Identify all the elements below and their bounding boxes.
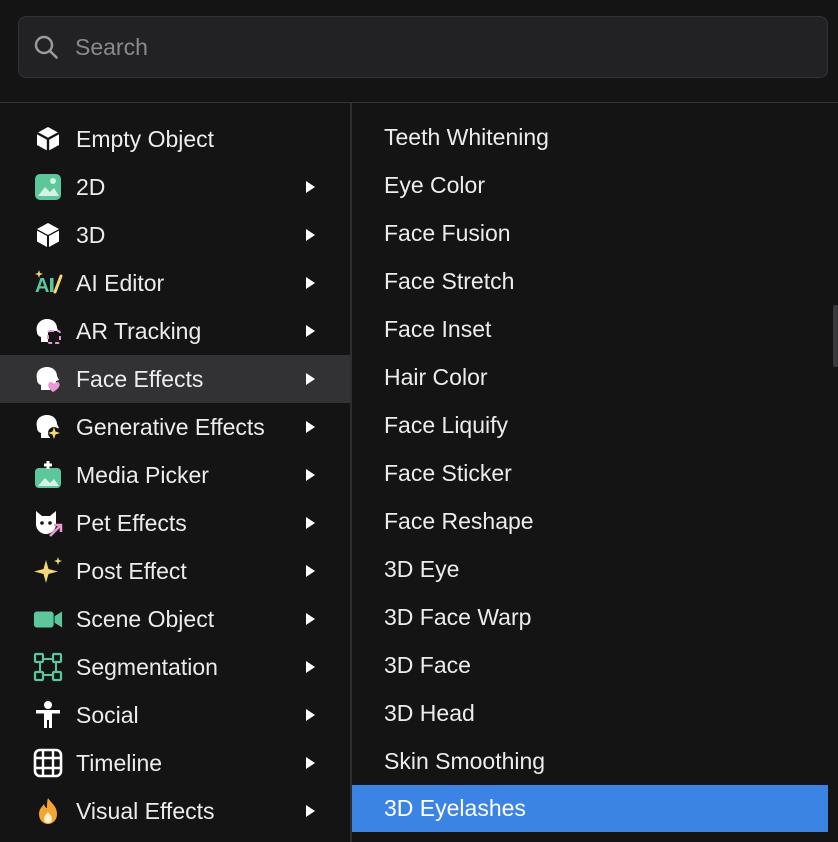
menu-item-post-effect[interactable]: Post Effect [0,547,350,595]
submenu-item-face-stretch[interactable]: Face Stretch [352,257,828,305]
menu-item-label: Segmentation [76,653,218,680]
scrollbar-thumb[interactable] [833,305,838,367]
chevron-right-icon [306,757,315,769]
sparkle-icon [33,556,63,586]
submenu-item-3d-face-warp[interactable]: 3D Face Warp [352,593,828,641]
menu-item-timeline[interactable]: Timeline [0,739,350,787]
chevron-right-icon [306,517,315,529]
menu-item-3d[interactable]: 3D [0,211,350,259]
menu-item-label: Social [76,701,139,728]
menu-item-label: Media Picker [76,461,209,488]
chevron-right-icon [306,229,315,241]
search-input[interactable] [73,32,827,62]
flame-icon [33,796,63,826]
menu-item-label: Empty Object [76,125,215,152]
menu-item-label: Generative Effects [76,413,265,440]
submenu-item-3d-head[interactable]: 3D Head [352,689,828,737]
chevron-right-icon [306,325,315,337]
menu-item-media-picker[interactable]: Media Picker [0,451,350,499]
menu-item-2d[interactable]: 2D [0,163,350,211]
menu-item-label: Scene Object [76,605,215,632]
svg-text:A: A [35,275,49,297]
chevron-right-icon [306,181,315,193]
menu-item-segmentation[interactable]: Segmentation [0,643,350,691]
chevron-right-icon [306,661,315,673]
video-camera-icon [33,604,63,634]
header-divider [0,102,838,103]
search-box[interactable] [18,16,828,78]
menu-item-scene-object[interactable]: Scene Object [0,595,350,643]
submenu-item-face-sticker[interactable]: Face Sticker [352,449,828,497]
menu-item-label: 3D [76,221,106,248]
menu-item-label: AR Tracking [76,317,202,344]
submenu-item-3d-eyelashes[interactable]: 3D Eyelashes [352,785,828,832]
search-icon [34,35,58,59]
menu-item-ar-tracking[interactable]: AR Tracking [0,307,350,355]
pet-icon [33,508,63,538]
submenu-item-skin-smoothing[interactable]: Skin Smoothing [352,737,828,785]
menu-item-label: Face Effects [76,365,204,392]
cube-outline-icon [33,124,63,154]
head-tracking-icon [33,316,63,346]
person-icon [33,700,63,730]
submenu-item-face-fusion[interactable]: Face Fusion [352,209,828,257]
menu-item-label: Post Effect [76,557,187,584]
menu-item-label: AI Editor [76,269,165,296]
submenu-item-3d-eye[interactable]: 3D Eye [352,545,828,593]
menu-item-face-effects[interactable]: Face Effects [0,355,350,403]
submenu-item-face-reshape[interactable]: Face Reshape [352,497,828,545]
menu-item-empty-object[interactable]: Empty Object [0,115,350,163]
chevron-right-icon [306,565,315,577]
chevron-right-icon [306,373,315,385]
category-menu: Empty Object 2D 3D A AI Editor AR Tracki… [0,115,350,835]
menu-item-label: Visual Effects [76,797,215,824]
ai-brush-icon: A [33,268,63,298]
film-icon [33,748,63,778]
submenu-item-hair-color[interactable]: Hair Color [352,353,828,401]
menu-item-label: Pet Effects [76,509,187,536]
submenu-item-3d-face[interactable]: 3D Face [352,641,828,689]
chevron-right-icon [306,709,315,721]
menu-item-ai-editor[interactable]: A AI Editor [0,259,350,307]
submenu-item-face-inset[interactable]: Face Inset [352,305,828,353]
segmentation-icon [33,652,63,682]
menu-item-visual-effects[interactable]: Visual Effects [0,787,350,835]
menu-item-label: Timeline [76,749,163,776]
cube-icon [33,220,63,250]
menu-item-social[interactable]: Social [0,691,350,739]
menu-item-generative-effects[interactable]: Generative Effects [0,403,350,451]
face-effects-submenu: Teeth Whitening Eye Color Face Fusion Fa… [352,113,828,832]
menu-item-label: 2D [76,173,106,200]
image-icon [33,172,63,202]
chevron-right-icon [306,805,315,817]
chevron-right-icon [306,613,315,625]
chevron-right-icon [306,421,315,433]
head-sparkle-icon [33,412,63,442]
media-picker-icon [33,460,63,490]
chevron-right-icon [306,469,315,481]
submenu-item-teeth-whitening[interactable]: Teeth Whitening [352,113,828,161]
chevron-right-icon [306,277,315,289]
submenu-item-face-liquify[interactable]: Face Liquify [352,401,828,449]
submenu-item-eye-color[interactable]: Eye Color [352,161,828,209]
menu-item-pet-effects[interactable]: Pet Effects [0,499,350,547]
face-effects-icon [33,364,63,394]
